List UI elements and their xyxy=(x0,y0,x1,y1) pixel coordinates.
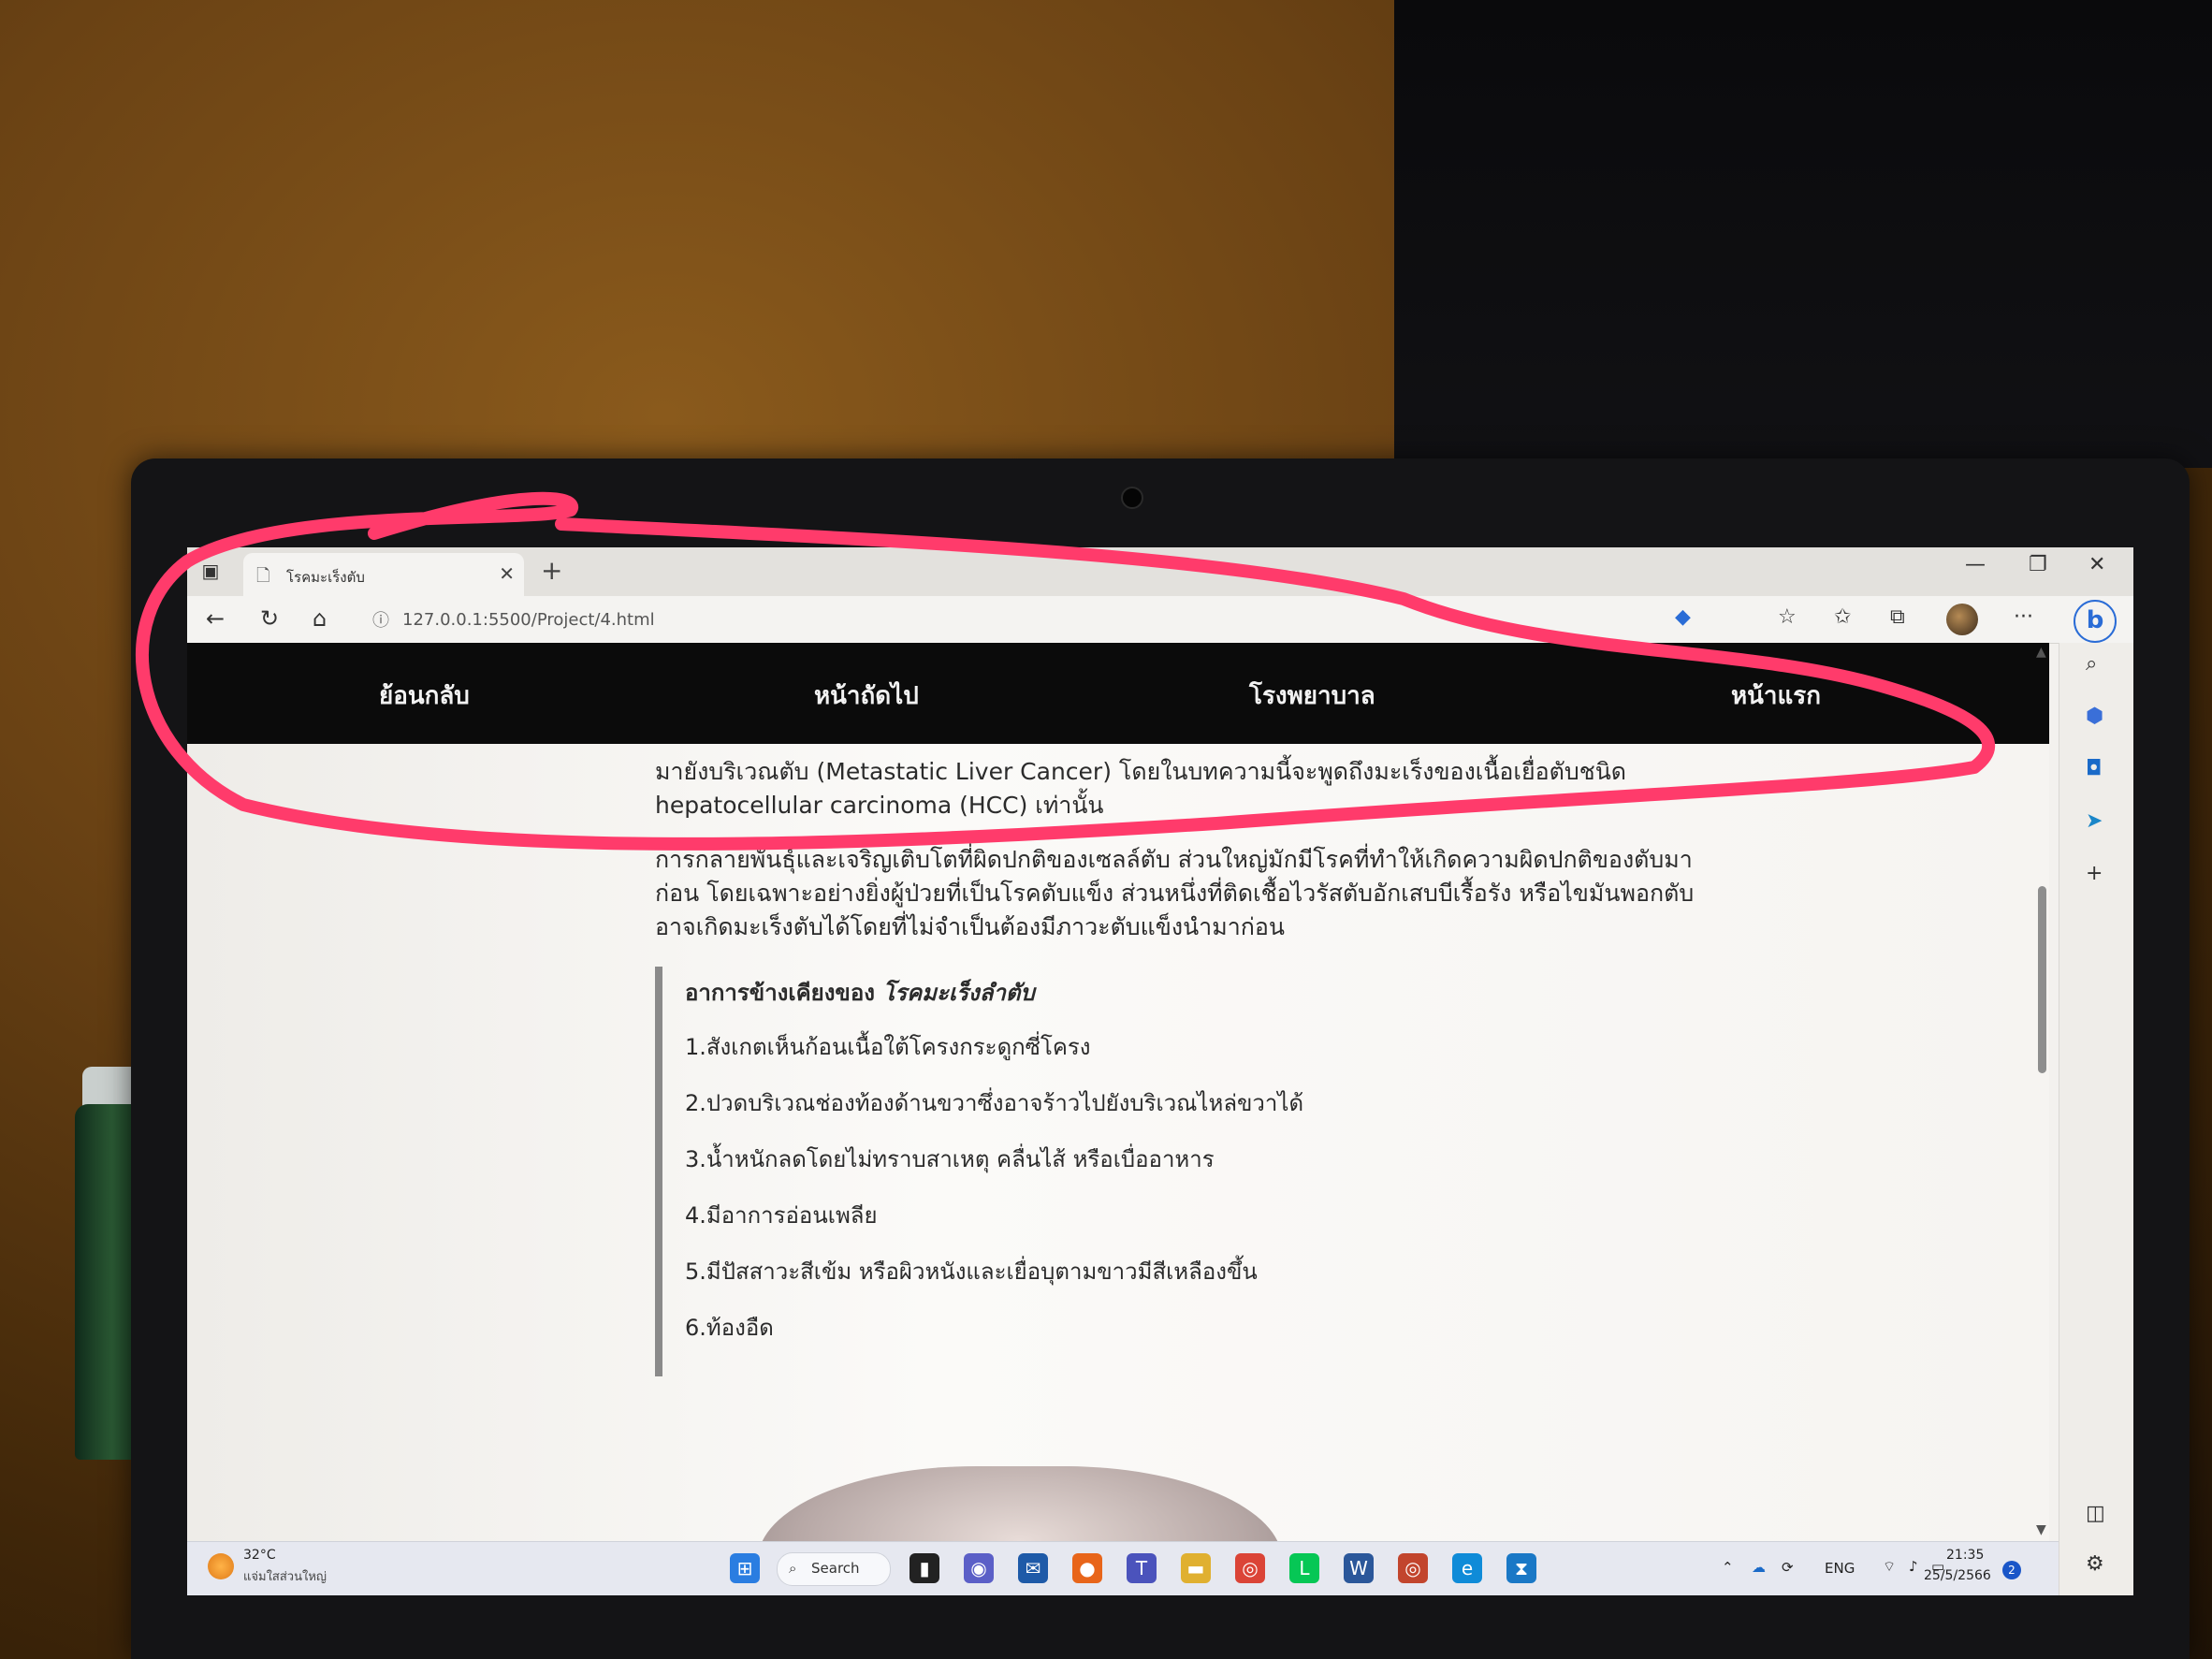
favorites-icon[interactable]: ✩ xyxy=(1834,605,1851,629)
liver-image xyxy=(758,1466,1282,1541)
start-windows-icon[interactable]: ⊞ xyxy=(730,1553,760,1583)
vscode-icon[interactable]: ⧗ xyxy=(1506,1553,1536,1583)
article-content: มายังบริเวณตับ (Metastatic Liver Cancer)… xyxy=(655,755,1731,1376)
symptoms-title-emphasis: โรคมะเร็งลำตับ xyxy=(882,980,1035,1006)
edge-icon[interactable]: e xyxy=(1452,1553,1482,1583)
sidebar-toggle-icon[interactable]: ◫ xyxy=(2086,1502,2105,1525)
refresh-icon[interactable]: ↻ xyxy=(260,605,279,632)
edge-sidebar: ⌕ ⬢ ◘ ➤ + ◫ ⚙ xyxy=(2059,643,2133,1595)
weather-desc[interactable]: แจ่มใสส่วนใหญ่ xyxy=(243,1566,327,1586)
onedrive-icon[interactable]: ☁ xyxy=(1752,1559,1766,1576)
add-sidebar-icon[interactable]: + xyxy=(2086,862,2103,885)
volume-icon[interactable]: ♪ xyxy=(1909,1558,1918,1575)
home-icon[interactable]: ⌂ xyxy=(313,605,327,632)
search-icon: ⌕ xyxy=(789,1560,797,1577)
nav-home-link[interactable]: หน้าแรก xyxy=(1731,677,1821,715)
task-view-icon[interactable]: ▮ xyxy=(910,1553,939,1583)
bing-chat-icon[interactable]: b xyxy=(2074,600,2117,643)
shopping-icon[interactable]: ⬢ xyxy=(2086,705,2103,728)
chat-icon[interactable]: ◉ xyxy=(964,1553,994,1583)
back-arrow-icon[interactable]: ← xyxy=(206,605,225,632)
search-icon[interactable]: ⌕ xyxy=(2086,652,2097,676)
page-viewport: ย้อนกลับ หน้าถัดไป โรงพยาบาล หน้าแรก มาย… xyxy=(187,643,2049,1541)
nav-hospital-link[interactable]: โรงพยาบาล xyxy=(1249,677,1375,715)
file-explorer-icon[interactable]: ▬ xyxy=(1181,1553,1211,1583)
browser-address-bar: ← ↻ ⌂ ⓘ 127.0.0.1:5500/Project/4.html ◆ … xyxy=(187,596,2133,644)
symptom-item: 5.มีปัสสาวะสีเข้ม หรือผิวหนังและเยื่อบุต… xyxy=(685,1259,1258,1285)
nav-next-link[interactable]: หน้าถัดไป xyxy=(814,677,919,715)
favorite-star-icon[interactable]: ☆ xyxy=(1778,605,1797,629)
chrome-icon[interactable]: ◎ xyxy=(1235,1553,1265,1583)
tab-close-icon[interactable]: ✕ xyxy=(499,562,515,585)
scroll-up-icon[interactable]: ▲ xyxy=(2036,645,2046,660)
clock-time[interactable]: 21:35 xyxy=(1946,1548,1984,1563)
send-icon[interactable]: ➤ xyxy=(2086,809,2103,833)
restore-button[interactable]: ❐ xyxy=(2029,553,2047,576)
scroll-down-icon[interactable]: ▼ xyxy=(2036,1522,2046,1537)
scroll-thumb[interactable] xyxy=(2038,886,2046,1073)
webcam xyxy=(1121,487,1143,509)
outlook-icon[interactable]: ◘ xyxy=(2086,757,2102,780)
symptoms-blockquote: อาการข้างเคียงของ โรคมะเร็งลำตับ 1.สังเก… xyxy=(655,967,1731,1376)
wifi-icon[interactable]: ⌔ xyxy=(1883,1558,1896,1576)
profile-avatar[interactable] xyxy=(1946,604,1978,635)
word-icon[interactable]: W xyxy=(1344,1553,1374,1583)
tray-chevron-icon[interactable]: ⌃ xyxy=(1722,1559,1734,1576)
article-paragraph: มายังบริเวณตับ (Metastatic Liver Cancer)… xyxy=(655,758,1627,819)
windows-taskbar: 32°C แจ่มใสส่วนใหญ่ ⊞ ⌕ Search ▮ ◉ ✉ ● T… xyxy=(187,1541,2059,1595)
symptoms-title: อาการข้างเคียงของ โรคมะเร็งลำตับ xyxy=(685,976,1731,1010)
language-indicator[interactable]: ENG xyxy=(1825,1560,1855,1577)
symptom-item: 4.มีอาการอ่อนเพลีย xyxy=(685,1202,878,1229)
line-icon[interactable]: L xyxy=(1289,1553,1319,1583)
tab-title: โรคมะเร็งตับ xyxy=(286,569,365,586)
weather-temp[interactable]: 32°C xyxy=(243,1548,276,1563)
mail-icon[interactable]: ✉ xyxy=(1018,1553,1048,1583)
symptom-item: 2.ปวดบริเวณช่องท้องด้านขวาซึ่งอาจร้าวไปย… xyxy=(685,1090,1304,1116)
notification-badge[interactable]: 2 xyxy=(2002,1561,2021,1579)
url-field[interactable]: ⓘ 127.0.0.1:5500/Project/4.html xyxy=(365,604,1637,635)
firefox-icon[interactable]: ● xyxy=(1072,1553,1102,1583)
new-tab-button[interactable]: + xyxy=(541,555,562,586)
site-info-icon[interactable]: ⓘ xyxy=(372,607,389,632)
laptop-screen: ▣ 🗋 โรคมะเร็งตับ ✕ + — ❐ ✕ ← ↻ ⌂ ⓘ 127.0… xyxy=(187,547,2133,1595)
sync-icon[interactable]: ⟳ xyxy=(1782,1559,1794,1576)
browser-tab-active[interactable]: 🗋 โรคมะเร็งตับ ✕ xyxy=(243,553,524,596)
settings-gear-icon[interactable]: ⚙ xyxy=(2086,1552,2104,1576)
chrome-profile-icon[interactable]: ◎ xyxy=(1398,1553,1428,1583)
nav-back-link[interactable]: ย้อนกลับ xyxy=(379,677,470,715)
background-dark-wall xyxy=(1394,0,2212,468)
teams-icon[interactable]: T xyxy=(1127,1553,1157,1583)
site-navbar: ย้อนกลับ หน้าถัดไป โรงพยาบาล หน้าแรก xyxy=(187,643,2049,744)
close-window-button[interactable]: ✕ xyxy=(2088,553,2105,576)
taskbar-search[interactable]: ⌕ Search xyxy=(777,1552,891,1586)
weather-icon[interactable] xyxy=(208,1553,234,1579)
collections-icon[interactable]: ⧉ xyxy=(1890,605,1905,629)
symptoms-title-prefix: อาการข้างเคียงของ xyxy=(685,980,875,1006)
minimize-button[interactable]: — xyxy=(1965,553,1986,576)
more-menu-icon[interactable]: ··· xyxy=(2014,605,2033,629)
symptom-item: 3.น้ำหนักลดโดยไม่ทราบสาเหตุ คลื่นไส้ หรื… xyxy=(685,1146,1215,1172)
symptom-item: 6.ท้องอืด xyxy=(685,1315,774,1341)
page-icon: 🗋 xyxy=(256,566,270,586)
url-text[interactable]: 127.0.0.1:5500/Project/4.html xyxy=(402,610,655,630)
extension-icon[interactable]: ◆ xyxy=(1675,605,1691,629)
symptom-item: 1.สังเกตเห็นก้อนเนื้อใต้โครงกระดูกซี่โคร… xyxy=(685,1034,1091,1060)
taskbar-search-label: Search xyxy=(811,1560,860,1577)
browser-tab-strip: ▣ 🗋 โรคมะเร็งตับ ✕ + — ❐ ✕ xyxy=(187,547,2133,596)
article-paragraph: การกลายพันธุ์และเจริญเติบโตที่ผิดปกติของ… xyxy=(655,846,1695,940)
tab-actions-icon[interactable]: ▣ xyxy=(198,559,223,583)
page-scrollbar[interactable]: ▲ ▼ xyxy=(2035,643,2049,1541)
clock-date[interactable]: 25/5/2566 xyxy=(1924,1568,1991,1583)
